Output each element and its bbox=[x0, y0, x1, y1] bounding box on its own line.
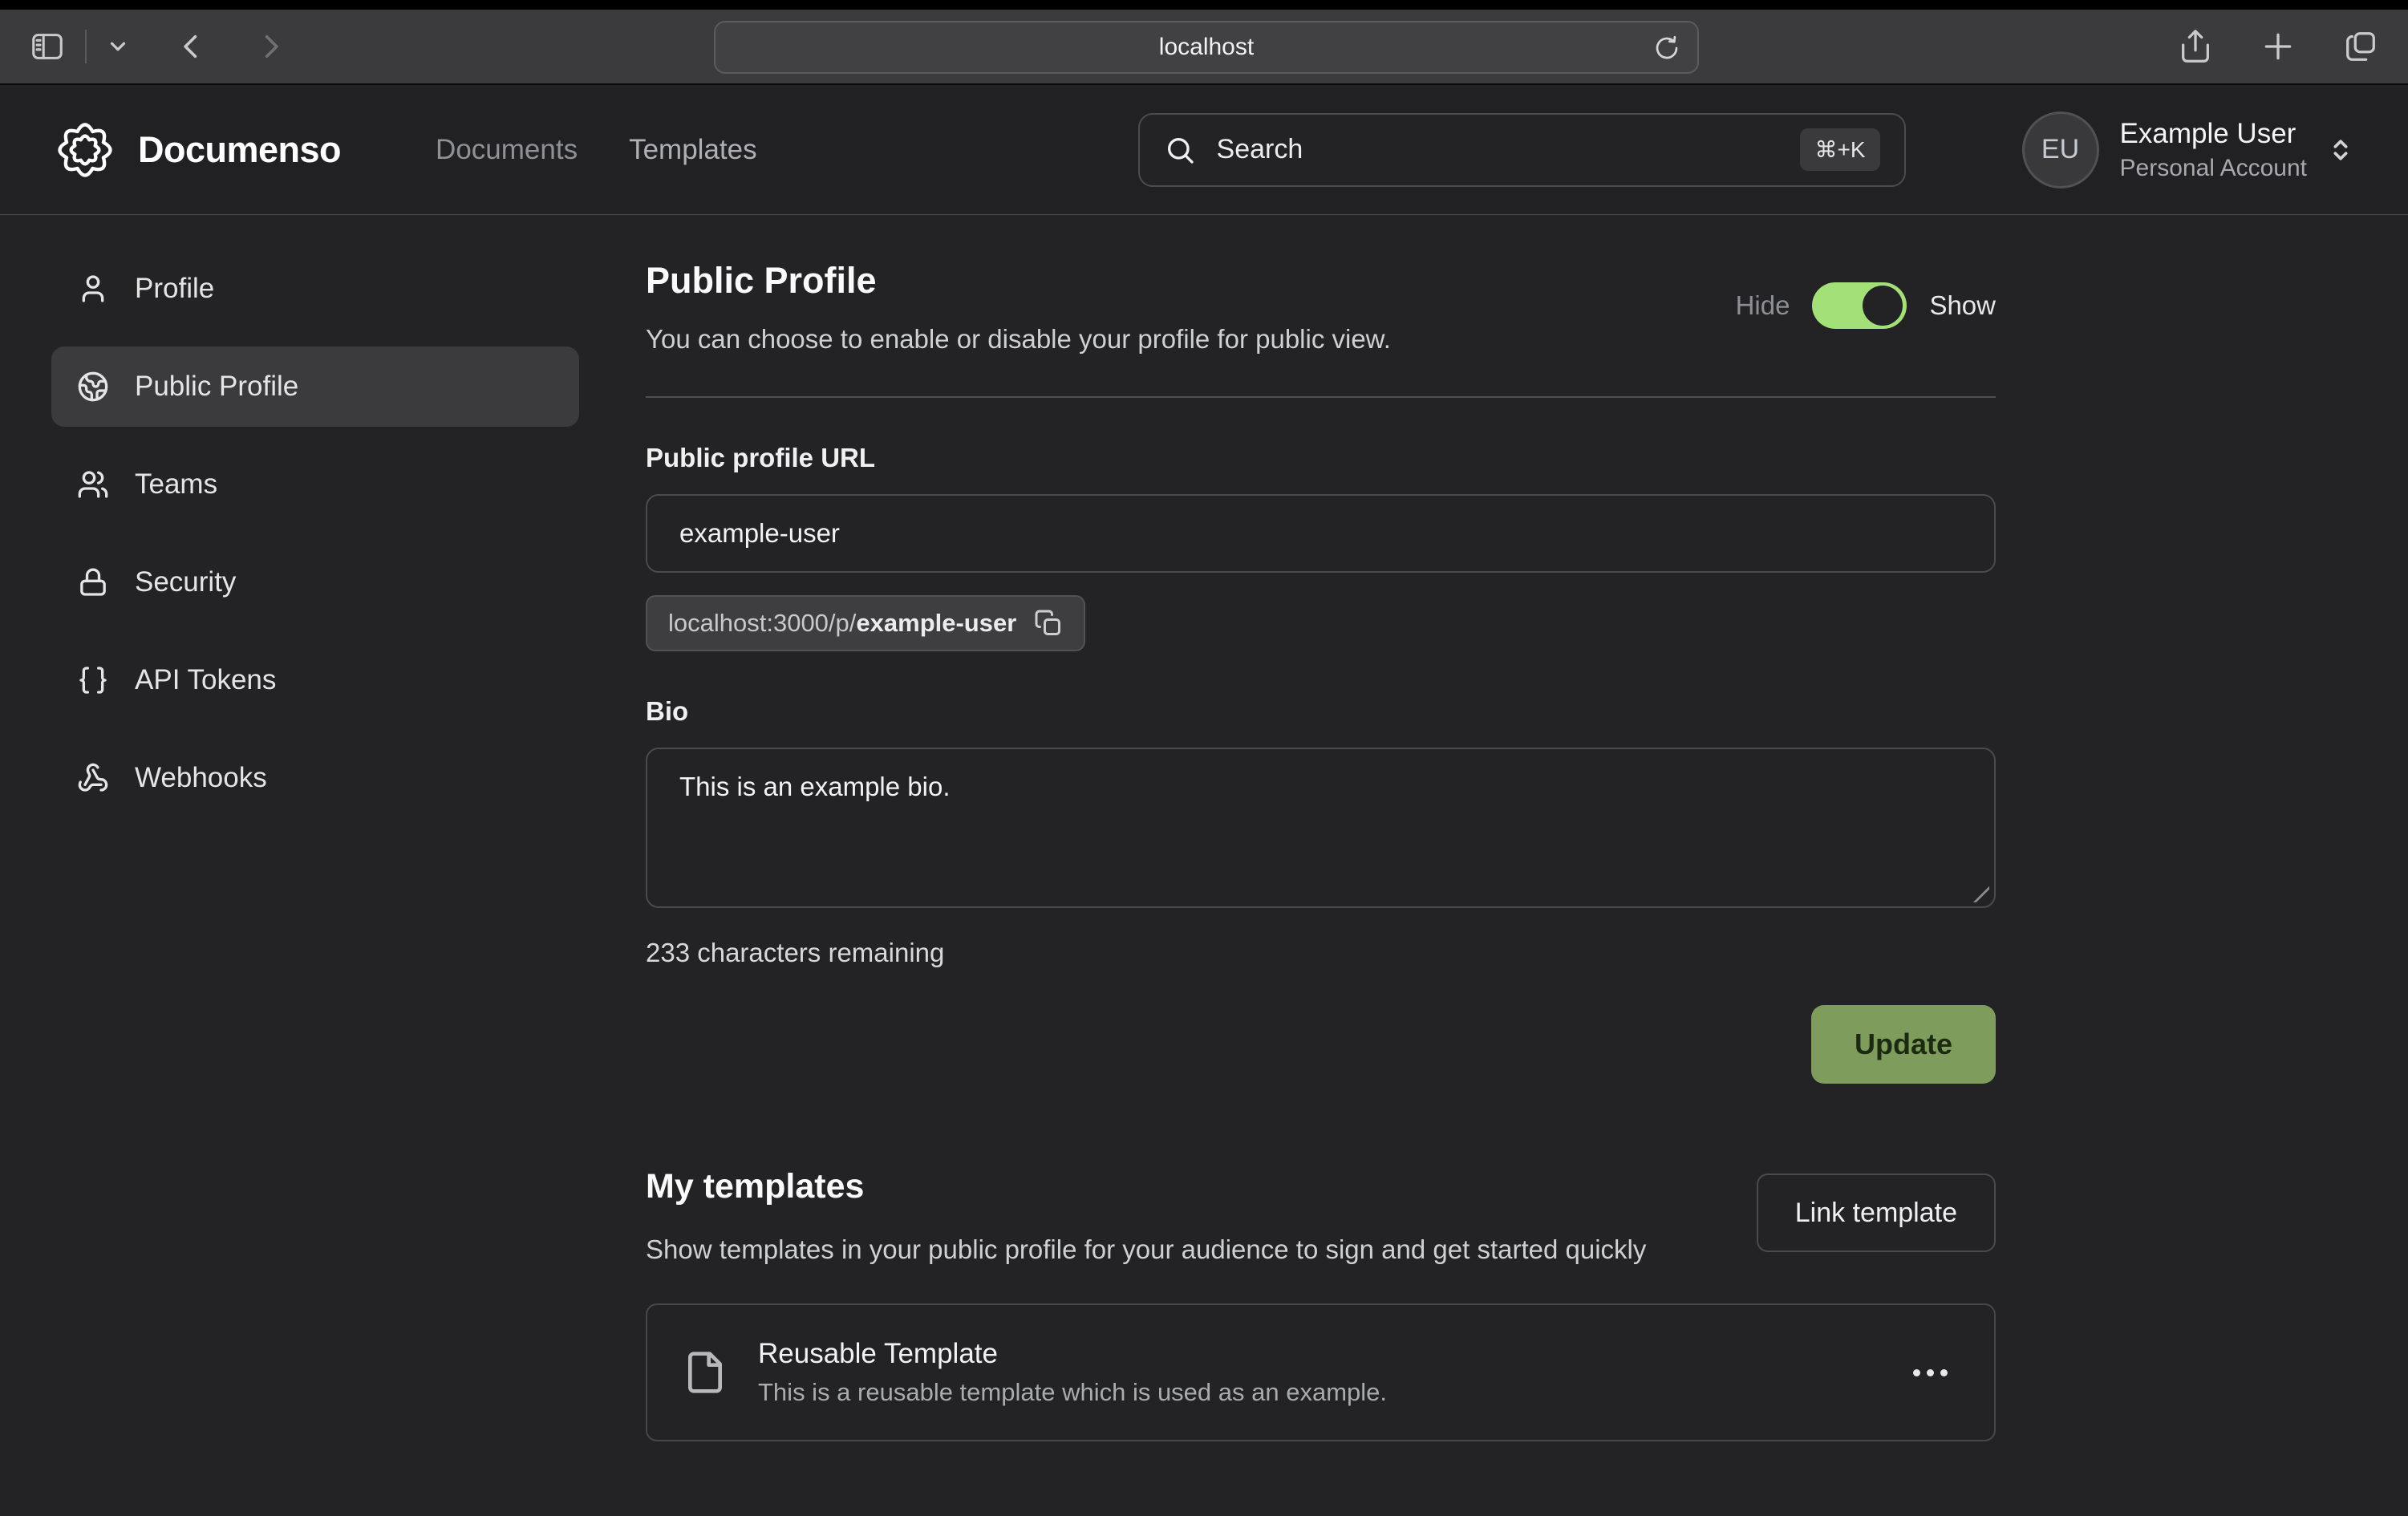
address-bar-url: localhost bbox=[1159, 34, 1254, 61]
sidebar-item-public-profile[interactable]: Public Profile bbox=[51, 347, 579, 427]
search-placeholder: Search bbox=[1217, 134, 1303, 165]
nav-templates[interactable]: Templates bbox=[629, 134, 757, 166]
sidebar-chevron-down-icon[interactable] bbox=[106, 34, 130, 59]
main-content: Public Profile You can choose to enable … bbox=[646, 215, 1996, 1441]
file-icon bbox=[683, 1350, 728, 1395]
my-templates-description: Show templates in your public profile fo… bbox=[646, 1229, 1721, 1270]
main-nav: Documents Templates bbox=[436, 134, 757, 166]
account-type: Personal Account bbox=[2120, 155, 2307, 182]
profile-url-label: Public profile URL bbox=[646, 443, 1996, 473]
tab-overview-icon[interactable] bbox=[2342, 28, 2379, 65]
search-input[interactable]: Search ⌘+K bbox=[1138, 113, 1906, 187]
template-description: This is a reusable template which is use… bbox=[758, 1378, 1387, 1407]
sidebar-item-api-tokens[interactable]: API Tokens bbox=[51, 640, 579, 720]
braces-icon bbox=[77, 664, 109, 696]
characters-remaining: 233 characters remaining bbox=[646, 938, 1996, 968]
sidebar-item-label: Teams bbox=[135, 468, 217, 501]
public-profile-link-text: localhost:3000/p/example-user bbox=[668, 609, 1016, 638]
webhook-icon bbox=[77, 762, 109, 794]
lock-icon bbox=[77, 566, 109, 598]
browser-toolbar: localhost bbox=[0, 10, 2408, 85]
address-bar[interactable]: localhost bbox=[714, 21, 1699, 74]
sidebar-item-teams[interactable]: Teams bbox=[51, 444, 579, 525]
toggle-hide-label: Hide bbox=[1736, 290, 1790, 321]
documenso-logo-icon bbox=[51, 116, 119, 184]
sidebar-item-label: API Tokens bbox=[135, 664, 276, 696]
settings-sidebar: Profile Public Profile Teams bbox=[0, 215, 594, 836]
share-icon[interactable] bbox=[2177, 28, 2214, 65]
toolbar-divider bbox=[85, 30, 87, 63]
globe-icon bbox=[77, 371, 109, 403]
bio-textarea[interactable]: This is an example bio. bbox=[646, 748, 1996, 908]
sidebar-item-security[interactable]: Security bbox=[51, 542, 579, 622]
sidebar-item-webhooks[interactable]: Webhooks bbox=[51, 738, 579, 818]
forward-button-icon[interactable] bbox=[253, 30, 287, 63]
visibility-toggle-group: Hide Show bbox=[1736, 282, 1996, 329]
page-subtitle: You can choose to enable or disable your… bbox=[646, 324, 1391, 355]
search-shortcut-badge: ⌘+K bbox=[1800, 128, 1879, 171]
sidebar-item-label: Profile bbox=[135, 273, 214, 305]
account-name: Example User bbox=[2120, 118, 2307, 150]
update-button[interactable]: Update bbox=[1811, 1005, 1996, 1084]
sidebar-item-label: Security bbox=[135, 566, 236, 598]
public-profile-link-chip[interactable]: localhost:3000/p/example-user bbox=[646, 595, 1085, 651]
chevrons-up-down-icon bbox=[2325, 134, 2357, 166]
bio-label: Bio bbox=[646, 696, 1996, 727]
template-list-item[interactable]: Reusable Template This is a reusable tem… bbox=[646, 1303, 1996, 1441]
page-title: Public Profile bbox=[646, 260, 1391, 302]
mac-menubar-strip bbox=[0, 0, 2408, 10]
template-title: Reusable Template bbox=[758, 1338, 1387, 1370]
account-menu[interactable]: EU Example User Personal Account bbox=[2022, 111, 2357, 188]
users-icon bbox=[77, 468, 109, 501]
user-icon bbox=[77, 273, 109, 305]
back-button-icon[interactable] bbox=[175, 30, 209, 63]
reload-icon[interactable] bbox=[1652, 34, 1681, 63]
nav-documents[interactable]: Documents bbox=[436, 134, 578, 166]
search-icon bbox=[1164, 134, 1196, 166]
toggle-show-label: Show bbox=[1929, 290, 1996, 321]
sidebar-item-label: Public Profile bbox=[135, 371, 298, 403]
brand[interactable]: Documenso bbox=[51, 116, 341, 184]
new-tab-icon[interactable] bbox=[2260, 29, 2296, 64]
profile-url-input[interactable] bbox=[646, 494, 1996, 573]
brand-name: Documenso bbox=[138, 129, 341, 171]
app-header: Documenso Documents Templates Search ⌘+K… bbox=[0, 85, 2408, 215]
more-options-icon[interactable] bbox=[1902, 1358, 1959, 1388]
profile-visibility-toggle[interactable] bbox=[1812, 282, 1907, 329]
copy-icon[interactable] bbox=[1034, 609, 1063, 638]
sidebar-item-label: Webhooks bbox=[135, 762, 267, 794]
section-divider bbox=[646, 396, 1996, 398]
my-templates-title: My templates bbox=[646, 1167, 1721, 1206]
avatar: EU bbox=[2022, 111, 2099, 188]
sidebar-item-profile[interactable]: Profile bbox=[51, 249, 579, 329]
link-template-button[interactable]: Link template bbox=[1757, 1173, 1996, 1252]
toggle-knob bbox=[1863, 286, 1903, 326]
sidebar-toggle-icon[interactable] bbox=[29, 28, 66, 65]
